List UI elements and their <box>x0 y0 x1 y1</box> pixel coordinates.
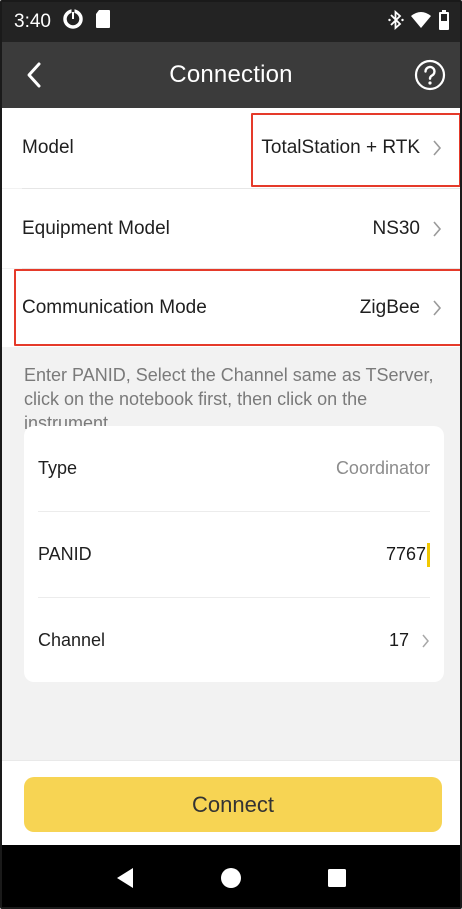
channel-row[interactable]: Channel 17 <box>24 598 444 683</box>
status-time: 3:40 <box>14 11 51 32</box>
battery-icon <box>438 9 450 35</box>
help-circle-icon[interactable] <box>414 59 446 91</box>
communication-mode-value: ZigBee <box>359 297 420 318</box>
phone-screen: 3:40 Connection Model TotalStation + RTK… <box>0 0 462 909</box>
navigation-bar <box>2 845 460 907</box>
bluetooth-icon <box>388 9 404 35</box>
data-saver-icon <box>63 9 83 35</box>
triangle-back-icon <box>117 868 133 888</box>
equipment-model-row[interactable]: Equipment Model NS30 <box>2 189 460 268</box>
chevron-right-icon <box>433 140 442 156</box>
nav-back-button[interactable] <box>105 858 145 898</box>
type-label: Type <box>38 458 78 478</box>
panid-value: 7767 <box>385 543 426 564</box>
zigbee-settings-card: Type Coordinator PANID 7767 Channel 17 <box>24 426 444 682</box>
communication-mode-row[interactable]: Communication Mode ZigBee <box>2 269 460 347</box>
chevron-right-icon <box>433 220 442 237</box>
status-left: 3:40 <box>14 9 111 35</box>
model-value: TotalStation + RTK <box>261 137 420 158</box>
app-bar: Connection <box>2 42 460 108</box>
chevron-left-icon <box>27 62 41 88</box>
communication-mode-label: Communication Mode <box>22 297 207 318</box>
channel-value: 17 <box>388 630 409 650</box>
model-row[interactable]: Model TotalStation + RTK <box>2 108 460 188</box>
bottom-action-area: Connect <box>2 760 460 845</box>
nav-home-button[interactable] <box>211 858 251 898</box>
panid-row[interactable]: PANID 7767 <box>24 512 444 597</box>
nav-recents-button[interactable] <box>317 858 357 898</box>
hint-text: Enter PANID, Select the Channel same as … <box>24 365 434 433</box>
chevron-right-icon <box>433 300 442 316</box>
wifi-icon <box>410 11 432 34</box>
equipment-model-value: NS30 <box>372 217 420 239</box>
channel-label: Channel <box>38 630 106 650</box>
back-button[interactable] <box>16 56 52 94</box>
page-title: Connection <box>169 61 293 88</box>
panid-input[interactable]: 7767 <box>385 542 430 567</box>
connect-button[interactable]: Connect <box>24 777 442 832</box>
text-cursor <box>427 542 430 567</box>
circle-home-icon <box>221 868 241 888</box>
equipment-model-label: Equipment Model <box>22 217 170 239</box>
model-label: Model <box>22 137 74 158</box>
status-right <box>388 9 450 35</box>
type-value: Coordinator <box>335 458 430 478</box>
type-row: Type Coordinator <box>24 426 444 511</box>
status-bar: 3:40 <box>2 2 460 42</box>
chevron-right-icon <box>422 634 429 647</box>
panid-label: PANID <box>38 544 92 564</box>
sd-card-icon <box>95 9 111 35</box>
square-recents-icon <box>328 869 346 887</box>
